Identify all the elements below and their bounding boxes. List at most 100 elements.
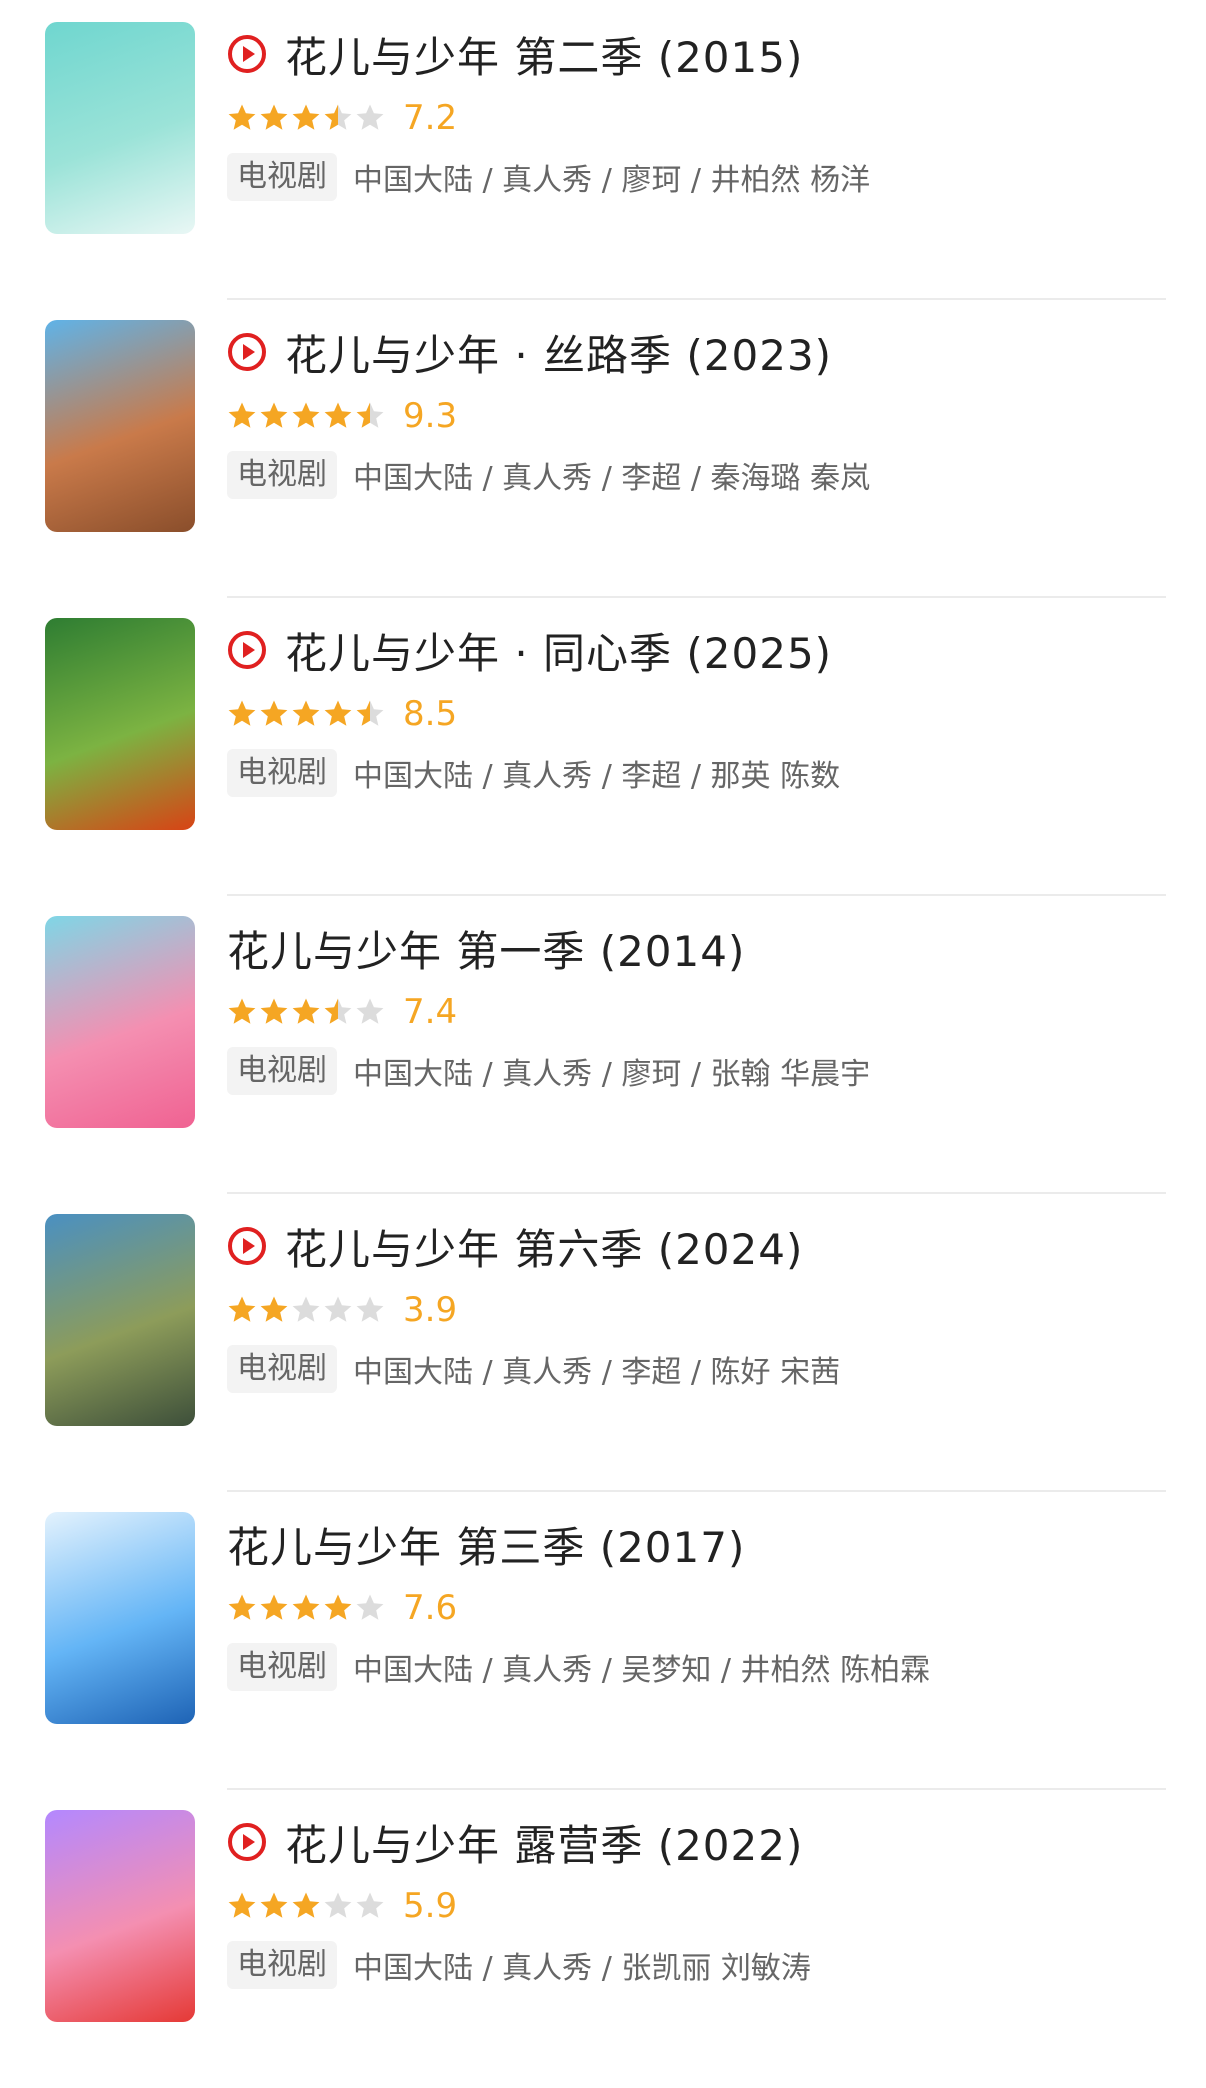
- item-title-row[interactable]: 花儿与少年 第一季 (2014): [227, 920, 745, 976]
- star-filled-icon: [228, 1296, 256, 1322]
- star-half-icon: [324, 104, 352, 130]
- star-filled-icon: [292, 1594, 320, 1620]
- star-empty-icon: [292, 1296, 320, 1322]
- item-info: 中国大陆 / 真人秀 / 李超 / 陈好 宋茜: [353, 1355, 841, 1390]
- type-tag: 电视剧: [227, 153, 337, 201]
- star-filled-icon: [292, 402, 320, 428]
- rating-score: 9.3: [403, 396, 458, 436]
- type-tag: 电视剧: [227, 749, 337, 797]
- star-filled-icon: [228, 1892, 256, 1918]
- meta-row: 电视剧 中国大陆 / 真人秀 / 吴梦知 / 井柏然 陈柏霖: [227, 1642, 930, 1692]
- list-item[interactable]: 花儿与少年 第三季 (2017) 7.6 电视剧 中国大陆 / 真人秀 / 吴梦…: [0, 1490, 1206, 1790]
- rating-stars: [227, 1593, 387, 1623]
- star-half-icon: [356, 700, 384, 726]
- rating-row: 9.3: [227, 394, 457, 438]
- item-title: 花儿与少年 · 同心季 (2025): [285, 628, 833, 678]
- poster-thumbnail[interactable]: [45, 1214, 195, 1426]
- rating-row: 8.5: [227, 692, 457, 736]
- list-item[interactable]: 花儿与少年 · 丝路季 (2023) 9.3 电视剧 中国大陆 / 真人秀 / …: [0, 298, 1206, 598]
- poster-thumbnail[interactable]: [45, 1512, 195, 1724]
- type-tag: 电视剧: [227, 1643, 337, 1691]
- star-filled-icon: [292, 700, 320, 726]
- rating-stars: [227, 103, 387, 133]
- type-tag: 电视剧: [227, 451, 337, 499]
- item-title-row[interactable]: 花儿与少年 · 同心季 (2025): [227, 622, 832, 678]
- item-info: 中国大陆 / 真人秀 / 廖珂 / 张翰 华晨宇: [353, 1057, 871, 1092]
- item-title-row[interactable]: 花儿与少年 · 丝路季 (2023): [227, 324, 832, 380]
- item-title: 花儿与少年 第二季 (2015): [285, 32, 804, 82]
- poster-thumbnail[interactable]: [45, 916, 195, 1128]
- list-item[interactable]: 花儿与少年 露营季 (2022) 5.9 电视剧 中国大陆 / 真人秀 / 张凯…: [0, 1788, 1206, 2088]
- item-info: 中国大陆 / 真人秀 / 张凯丽 刘敏涛: [353, 1951, 811, 1986]
- star-filled-icon: [324, 1594, 352, 1620]
- poster-thumbnail[interactable]: [45, 320, 195, 532]
- play-icon: [228, 333, 266, 371]
- play-icon: [228, 1823, 266, 1861]
- list-item[interactable]: 花儿与少年 第一季 (2014) 7.4 电视剧 中国大陆 / 真人秀 / 廖珂…: [0, 894, 1206, 1194]
- star-empty-icon: [356, 1892, 384, 1918]
- star-empty-icon: [324, 1296, 352, 1322]
- item-title-row[interactable]: 花儿与少年 第三季 (2017): [227, 1516, 745, 1572]
- list-item[interactable]: 花儿与少年 第六季 (2024) 3.9 电视剧 中国大陆 / 真人秀 / 李超…: [0, 1192, 1206, 1492]
- play-icon: [228, 1227, 266, 1265]
- item-title: 花儿与少年 · 丝路季 (2023): [285, 330, 833, 380]
- item-title-row[interactable]: 花儿与少年 第六季 (2024): [227, 1218, 803, 1274]
- item-info: 中国大陆 / 真人秀 / 李超 / 那英 陈数: [353, 759, 841, 794]
- item-title: 花儿与少年 第六季 (2024): [285, 1224, 804, 1274]
- list-item[interactable]: 花儿与少年 第二季 (2015) 7.2 电视剧 中国大陆 / 真人秀 / 廖珂…: [0, 0, 1206, 300]
- poster-thumbnail[interactable]: [45, 22, 195, 234]
- star-half-icon: [356, 402, 384, 428]
- star-filled-icon: [260, 1594, 288, 1620]
- poster-thumbnail[interactable]: [45, 1810, 195, 2022]
- rating-row: 7.2: [227, 96, 457, 140]
- item-title-row[interactable]: 花儿与少年 第二季 (2015): [227, 26, 803, 82]
- star-filled-icon: [260, 998, 288, 1024]
- star-filled-icon: [324, 402, 352, 428]
- meta-row: 电视剧 中国大陆 / 真人秀 / 张凯丽 刘敏涛: [227, 1940, 811, 1990]
- star-filled-icon: [228, 1594, 256, 1620]
- star-filled-icon: [324, 700, 352, 726]
- meta-row: 电视剧 中国大陆 / 真人秀 / 李超 / 陈好 宋茜: [227, 1344, 840, 1394]
- meta-row: 电视剧 中国大陆 / 真人秀 / 李超 / 那英 陈数: [227, 748, 840, 798]
- list-item[interactable]: 花儿与少年 · 同心季 (2025) 8.5 电视剧 中国大陆 / 真人秀 / …: [0, 596, 1206, 896]
- star-filled-icon: [260, 1296, 288, 1322]
- poster-thumbnail[interactable]: [45, 618, 195, 830]
- star-filled-icon: [260, 104, 288, 130]
- star-filled-icon: [228, 998, 256, 1024]
- type-tag: 电视剧: [227, 1345, 337, 1393]
- rating-stars: [227, 997, 387, 1027]
- rating-stars: [227, 401, 387, 431]
- rating-stars: [227, 699, 387, 729]
- star-filled-icon: [292, 1892, 320, 1918]
- star-filled-icon: [228, 700, 256, 726]
- star-empty-icon: [324, 1892, 352, 1918]
- rating-score: 5.9: [403, 1886, 458, 1926]
- type-tag: 电视剧: [227, 1941, 337, 1989]
- rating-score: 3.9: [403, 1290, 458, 1330]
- star-filled-icon: [260, 1892, 288, 1918]
- meta-row: 电视剧 中国大陆 / 真人秀 / 廖珂 / 张翰 华晨宇: [227, 1046, 870, 1096]
- rating-row: 5.9: [227, 1884, 457, 1928]
- star-half-icon: [324, 998, 352, 1024]
- rating-score: 8.5: [403, 694, 458, 734]
- meta-row: 电视剧 中国大陆 / 真人秀 / 廖珂 / 井柏然 杨洋: [227, 152, 870, 202]
- item-title: 花儿与少年 露营季 (2022): [285, 1820, 804, 1870]
- rating-score: 7.4: [403, 992, 458, 1032]
- meta-row: 电视剧 中国大陆 / 真人秀 / 李超 / 秦海璐 秦岚: [227, 450, 870, 500]
- item-title: 花儿与少年 第三季 (2017): [227, 1522, 746, 1572]
- star-filled-icon: [260, 700, 288, 726]
- item-title-row[interactable]: 花儿与少年 露营季 (2022): [227, 1814, 803, 1870]
- star-empty-icon: [356, 1296, 384, 1322]
- star-filled-icon: [292, 104, 320, 130]
- play-icon: [228, 631, 266, 669]
- star-empty-icon: [356, 104, 384, 130]
- item-info: 中国大陆 / 真人秀 / 吴梦知 / 井柏然 陈柏霖: [353, 1653, 931, 1688]
- rating-row: 3.9: [227, 1288, 457, 1332]
- star-filled-icon: [228, 402, 256, 428]
- item-info: 中国大陆 / 真人秀 / 李超 / 秦海璐 秦岚: [353, 461, 871, 496]
- star-filled-icon: [228, 104, 256, 130]
- star-empty-icon: [356, 998, 384, 1024]
- star-empty-icon: [356, 1594, 384, 1620]
- rating-stars: [227, 1295, 387, 1325]
- star-filled-icon: [292, 998, 320, 1024]
